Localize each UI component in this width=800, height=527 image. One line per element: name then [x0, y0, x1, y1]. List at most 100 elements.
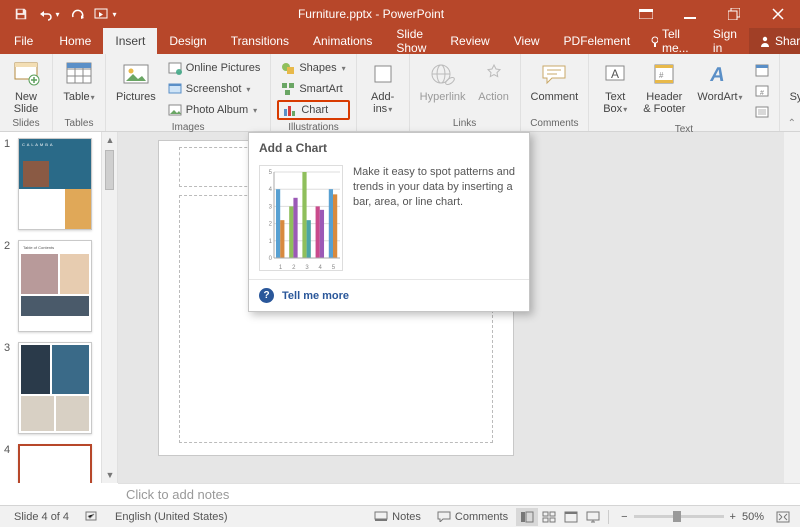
- tab-animations[interactable]: Animations: [301, 28, 384, 54]
- zoom-value[interactable]: 50%: [742, 511, 764, 523]
- wordart-label: WordArt: [697, 91, 737, 103]
- zoom-slider[interactable]: [634, 515, 724, 518]
- tab-insert[interactable]: Insert: [103, 28, 157, 54]
- tell-me-label: Tell me...: [662, 27, 693, 55]
- group-links: Hyperlink Action Links: [410, 54, 521, 131]
- slideshow-view-icon[interactable]: [582, 508, 604, 526]
- screenshot-button[interactable]: Screenshot▾: [164, 79, 265, 99]
- normal-view-icon[interactable]: [516, 508, 538, 526]
- tab-file[interactable]: File: [0, 28, 47, 54]
- new-slide-button[interactable]: New Slide: [4, 56, 48, 117]
- tab-slideshow[interactable]: Slide Show: [384, 28, 438, 54]
- thumbnail-1[interactable]: 1 C A L A M B A: [4, 138, 97, 230]
- svg-text:5: 5: [269, 170, 273, 176]
- language-status[interactable]: English (United States): [107, 511, 236, 523]
- pictures-button[interactable]: Pictures: [110, 56, 162, 105]
- scroll-thumb[interactable]: [105, 150, 114, 190]
- thumbnails-scrollbar[interactable]: ▲ ▼: [102, 132, 118, 483]
- zoom-in-icon[interactable]: +: [730, 511, 736, 523]
- ribbon-display-icon[interactable]: [624, 0, 668, 28]
- online-pictures-button[interactable]: Online Pictures: [164, 58, 265, 78]
- stage-scrollbar[interactable]: [784, 132, 800, 483]
- group-addins: Add- ins▾: [357, 54, 410, 131]
- smartart-icon: [281, 82, 295, 96]
- chart-label: Chart: [301, 104, 328, 116]
- text-box-button[interactable]: A Text Box▾: [593, 56, 637, 117]
- sign-in-link[interactable]: Sign in: [705, 27, 745, 55]
- spell-check-icon[interactable]: [77, 511, 107, 523]
- thumbnail-3-preview: [18, 342, 92, 434]
- group-comments-label: Comments: [525, 118, 585, 131]
- symbols-button[interactable]: Ω Symbols▾: [784, 56, 800, 105]
- scroll-up-icon[interactable]: ▲: [102, 132, 118, 148]
- slide-sorter-icon[interactable]: [538, 508, 560, 526]
- tab-home[interactable]: Home: [47, 28, 103, 54]
- start-from-beginning-icon[interactable]: ▾: [92, 2, 118, 26]
- collapse-ribbon-icon[interactable]: ⌃: [788, 118, 796, 129]
- tell-me-more-link[interactable]: ? Tell me more: [249, 279, 529, 311]
- svg-text:1: 1: [269, 239, 273, 245]
- notes-toggle-label: Notes: [392, 511, 421, 523]
- text-box-label: Text Box: [603, 91, 625, 115]
- quick-access-toolbar: ▾ ▾: [0, 2, 118, 26]
- action-button[interactable]: Action: [472, 56, 516, 105]
- svg-text:4: 4: [269, 187, 273, 193]
- ribbon-tabs: File Home Insert Design Transitions Anim…: [0, 28, 800, 54]
- thumbnail-3[interactable]: 3: [4, 342, 97, 434]
- redo-icon[interactable]: [64, 2, 90, 26]
- group-comments: Comment Comments: [521, 54, 590, 131]
- date-time-button[interactable]: [751, 60, 773, 80]
- online-pictures-icon: [168, 61, 182, 75]
- status-bar: Slide 4 of 4 English (United States) Not…: [0, 505, 800, 527]
- comment-button[interactable]: Comment: [525, 56, 585, 105]
- svg-text:2: 2: [269, 222, 273, 228]
- notes-toggle[interactable]: Notes: [366, 511, 429, 523]
- scroll-down-icon[interactable]: ▼: [102, 467, 118, 483]
- tab-review[interactable]: Review: [438, 28, 501, 54]
- hyperlink-button[interactable]: Hyperlink: [414, 56, 472, 105]
- new-slide-icon: [10, 58, 42, 90]
- slide-counter[interactable]: Slide 4 of 4: [6, 511, 77, 523]
- tab-transitions[interactable]: Transitions: [219, 28, 301, 54]
- thumbnail-4[interactable]: 4: [4, 444, 97, 483]
- svg-text:4: 4: [319, 265, 323, 271]
- header-footer-button[interactable]: # Header & Footer: [637, 56, 691, 117]
- photo-album-button[interactable]: Photo Album▾: [164, 100, 265, 120]
- undo-icon[interactable]: ▾: [36, 2, 62, 26]
- wordart-button[interactable]: A WordArt▾: [691, 56, 748, 105]
- fit-to-window-icon[interactable]: [772, 508, 794, 526]
- close-icon[interactable]: [756, 0, 800, 28]
- svg-text:3: 3: [269, 204, 273, 210]
- share-button[interactable]: Share: [749, 28, 800, 54]
- tell-me-search[interactable]: Tell me...: [642, 27, 701, 55]
- tab-design[interactable]: Design: [157, 28, 218, 54]
- shapes-button[interactable]: Shapes▾: [277, 58, 349, 78]
- slide-number-button[interactable]: #: [751, 81, 773, 101]
- slide-thumbnails-pane[interactable]: 1 C A L A M B A 2 Table of Contents: [0, 132, 102, 483]
- chart-button[interactable]: Chart: [277, 100, 349, 120]
- share-label: Share: [775, 34, 800, 48]
- screenshot-icon: [168, 82, 182, 96]
- save-icon[interactable]: [8, 2, 34, 26]
- object-button[interactable]: [751, 102, 773, 122]
- restore-icon[interactable]: [712, 0, 756, 28]
- comments-toggle[interactable]: Comments: [429, 511, 516, 523]
- tab-pdfelement[interactable]: PDFelement: [552, 28, 643, 54]
- addins-button[interactable]: Add- ins▾: [361, 56, 405, 117]
- tab-view[interactable]: View: [502, 28, 552, 54]
- hyperlink-label: Hyperlink: [420, 91, 466, 103]
- svg-text:5: 5: [332, 265, 336, 271]
- group-illustrations: Shapes▾ SmartArt Chart Illustrations: [271, 54, 356, 131]
- notes-pane[interactable]: Click to add notes: [118, 483, 800, 505]
- thumbnail-2[interactable]: 2 Table of Contents: [4, 240, 97, 332]
- zoom-slider-thumb[interactable]: [673, 511, 681, 522]
- minimize-icon[interactable]: [668, 0, 712, 28]
- smartart-button[interactable]: SmartArt: [277, 79, 349, 99]
- pictures-icon: [120, 58, 152, 90]
- online-pictures-label: Online Pictures: [186, 62, 261, 74]
- symbols-label: Symbols: [790, 91, 800, 103]
- reading-view-icon[interactable]: [560, 508, 582, 526]
- zoom-out-icon[interactable]: −: [621, 511, 627, 523]
- hyperlink-icon: [427, 58, 459, 90]
- table-button[interactable]: Table▾: [57, 56, 101, 105]
